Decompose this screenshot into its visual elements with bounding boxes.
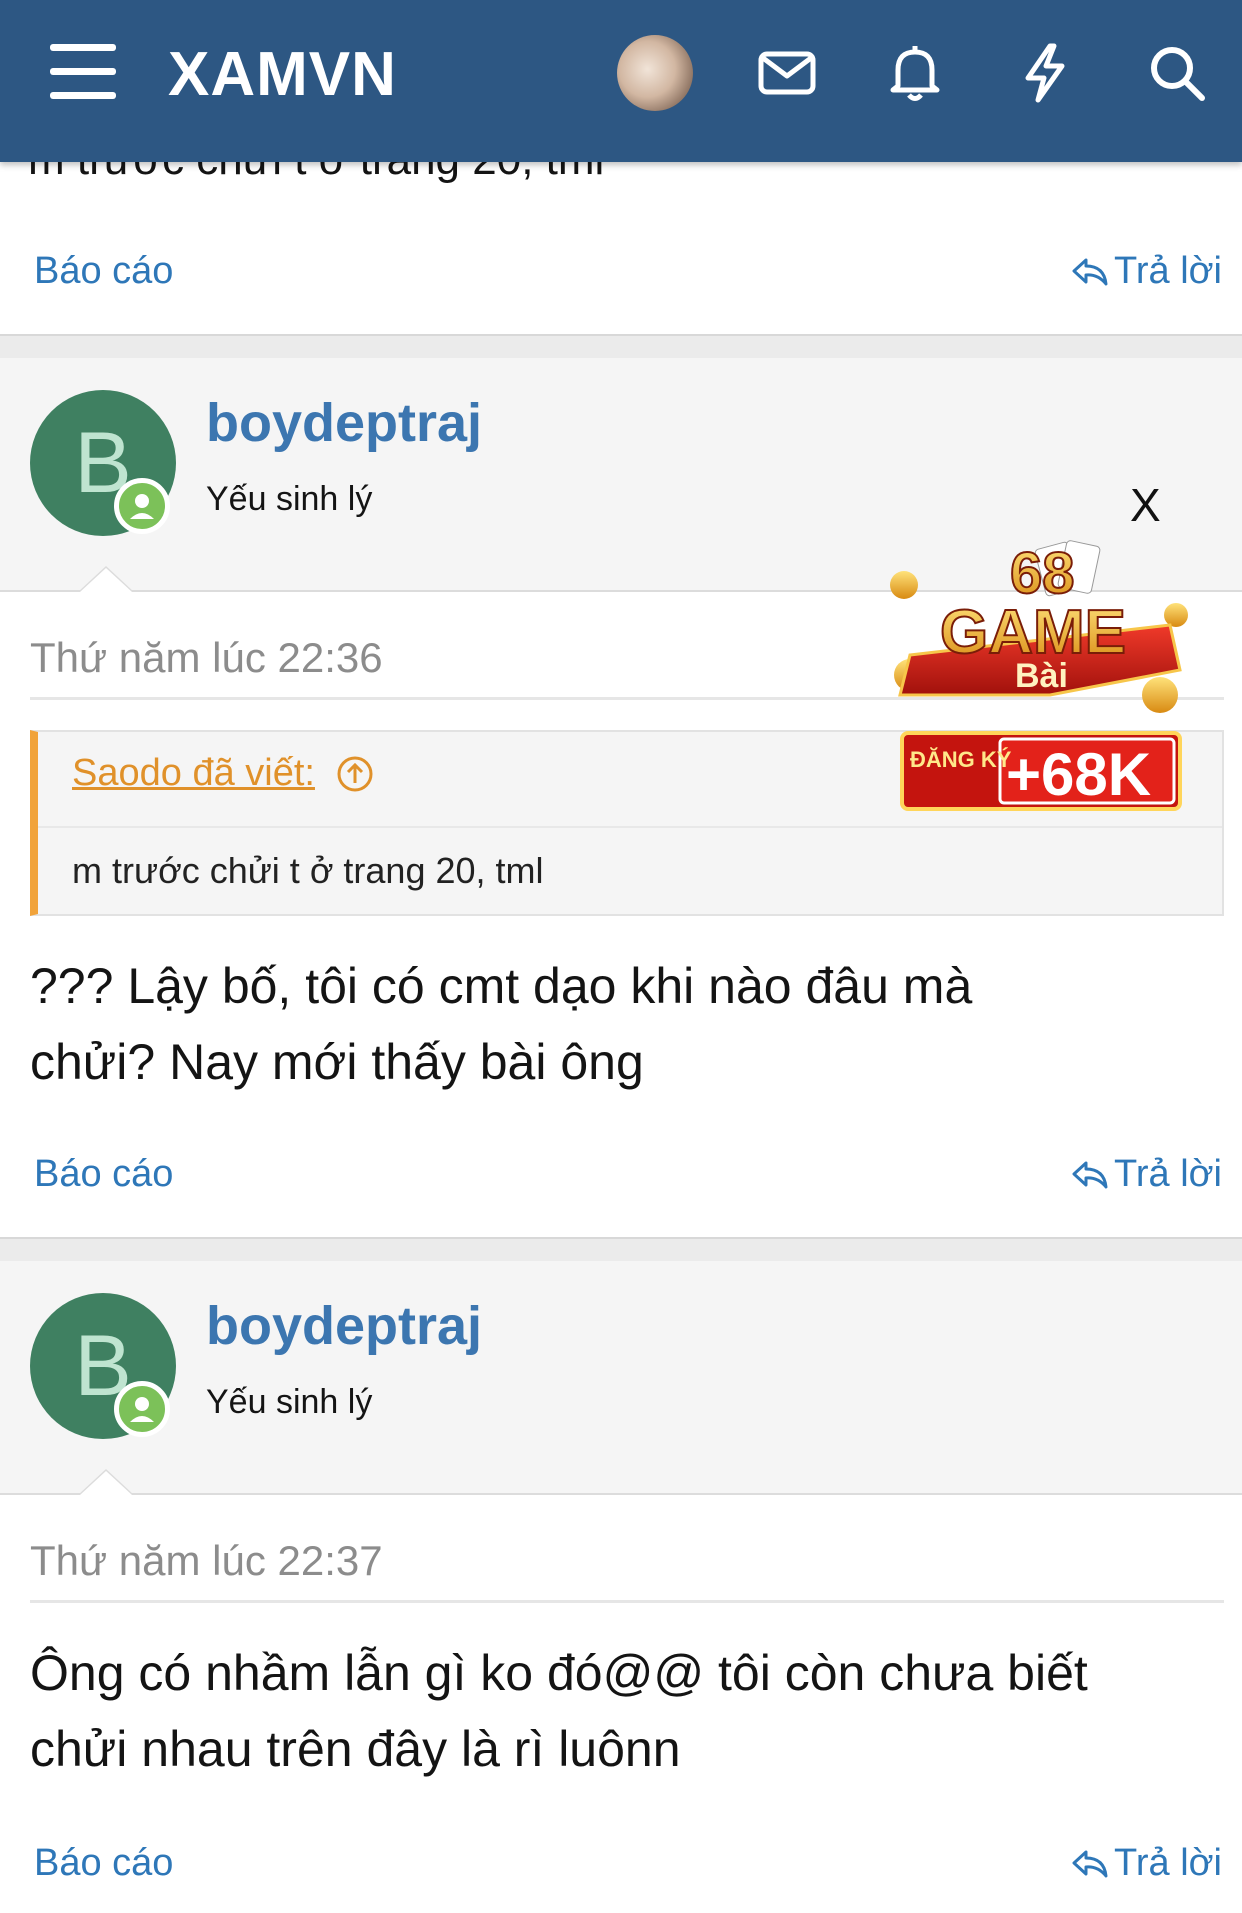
reply-label: Trả lời [1114,1842,1222,1884]
ad-text-bai: Bài [1015,657,1068,695]
bell-icon[interactable] [882,40,948,106]
post-separator [0,334,1242,360]
post-message-line: Ông có nhầm lẫn gì ko đó@@ tôi còn chưa … [30,1645,1088,1701]
user-rank: Yếu sinh lý [206,1383,373,1421]
post-separator [0,1237,1242,1263]
arrow-up-circle-icon [337,756,373,791]
quote-text: m trước chửi t ở trang 20, tml [72,850,544,891]
report-link[interactable]: Báo cáo [34,250,173,293]
search-icon[interactable] [1144,40,1210,106]
lightning-icon[interactable] [1012,40,1078,106]
user-rank: Yếu sinh lý [206,480,373,518]
username[interactable]: boydeptraj [206,392,482,454]
online-status-icon [114,1381,170,1437]
mail-icon[interactable] [754,40,820,106]
post-message: ??? Lậy bố, tôi có cmt dạo khi nào đâu m… [30,948,1210,1100]
previous-post-actions: Báo cáo Trả lời [0,240,1242,310]
quote-author: Saodo đã viết: [72,752,315,794]
game-advertisement[interactable]: 68 GAME Bài ĐĂNG KÝ +68K [890,505,1190,815]
post-actions: Báo cáo Trả lời [0,1143,1242,1213]
post-message-line: ??? Lậy bố, tôi có cmt dạo khi nào đâu m… [30,958,973,1014]
post-date[interactable]: Thứ năm lúc 22:36 [30,634,383,682]
reply-label: Trả lời [1114,1153,1222,1195]
report-link[interactable]: Báo cáo [34,1153,173,1196]
username[interactable]: boydeptraj [206,1295,482,1357]
reply-button[interactable]: Trả lời [1070,1842,1222,1885]
post-message-line: chửi? Nay mới thấy bài ông [30,1034,644,1090]
report-link[interactable]: Báo cáo [34,1842,173,1885]
menu-icon[interactable] [50,44,116,100]
ad-text-bonus: +68K [1006,741,1151,808]
reply-icon [1072,258,1108,285]
post-user-block: B boydeptraj Yếu sinh lý [0,1261,1242,1495]
reply-button[interactable]: Trả lời [1070,250,1222,293]
ad-text-68: 68 [1010,541,1075,606]
quote-author-link[interactable]: Saodo đã viết: [72,752,375,795]
site-logo[interactable]: XAMVN [168,40,397,110]
post-message-line: chửi nhau trên đây là rì luônn [30,1721,681,1777]
top-navigation-bar: XAMVN [0,0,1242,162]
post-actions: Báo cáo Trả lời [0,1832,1242,1902]
ad-text-register: ĐĂNG KÝ [910,747,1012,772]
reply-button[interactable]: Trả lời [1070,1153,1222,1196]
account-avatar[interactable] [617,35,693,111]
post-message: Ông có nhầm lẫn gì ko đó@@ tôi còn chưa … [30,1635,1210,1787]
reply-label: Trả lời [1114,250,1222,292]
reply-icon [1072,1161,1108,1188]
reply-icon [1072,1850,1108,1877]
online-status-icon [114,478,170,534]
date-divider [30,1600,1224,1603]
post-date[interactable]: Thứ năm lúc 22:37 [30,1537,383,1585]
